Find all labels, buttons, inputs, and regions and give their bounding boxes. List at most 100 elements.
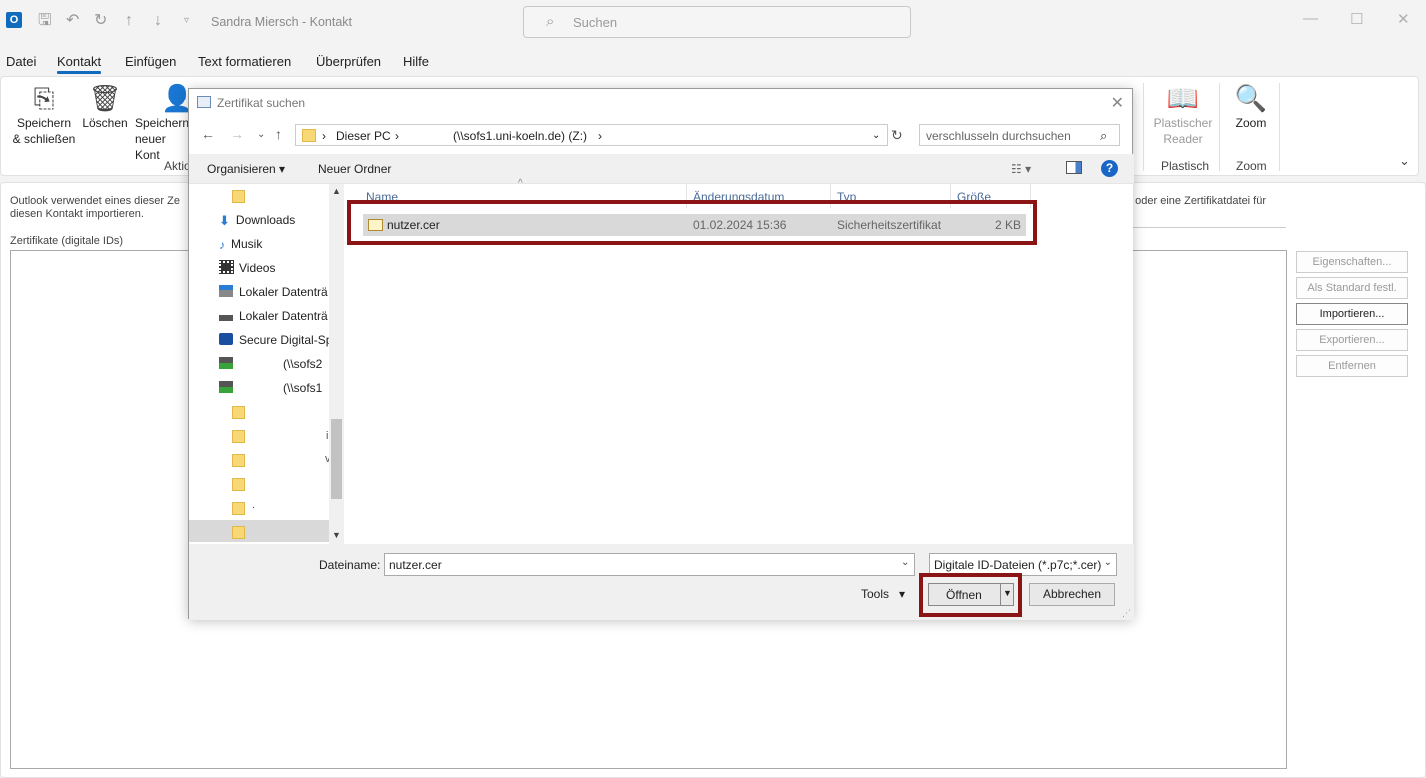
folder-icon[interactable] [232, 478, 245, 491]
group-label-zoom: Zoom [1236, 159, 1267, 173]
search-placeholder: Suchen [573, 15, 618, 30]
nav-scrollbar[interactable]: ▲ ▼ [329, 184, 344, 544]
filename-input[interactable] [384, 553, 915, 576]
file-size: 2 KB [994, 218, 1021, 232]
nav-item-local-drive-1[interactable]: Lokaler Datenträ [219, 282, 329, 304]
info-text: Outlook verwendet eines dieser Ze diesen… [10, 195, 180, 220]
chevron-down-icon: ▾ [279, 162, 286, 176]
up-icon[interactable]: ↑ [275, 126, 282, 142]
column-header-name[interactable]: Name [366, 190, 398, 204]
delete-button[interactable]: 🗑 Löschen [81, 83, 129, 131]
arrow-up-icon[interactable]: ↑ [125, 12, 133, 30]
column-separator [950, 184, 951, 208]
remove-button[interactable]: Entfernen [1296, 355, 1408, 377]
nav-item-musik[interactable]: ♪ Musik [219, 234, 329, 256]
breadcrumb-dieser-pc[interactable]: Dieser PC [336, 129, 391, 143]
scroll-up-icon[interactable]: ▲ [332, 186, 341, 196]
preview-pane-icon[interactable] [1066, 161, 1082, 174]
tab-datei[interactable]: Datei [6, 54, 36, 69]
navigation-pane: ⬇ Downloads ♪ Musik Videos Lokaler Datentr… [189, 184, 344, 544]
dialog-icon [197, 96, 211, 108]
tools-menu[interactable]: Tools ▾ [861, 587, 905, 601]
folder-icon[interactable] [232, 430, 245, 443]
network-drive-icon [219, 357, 233, 369]
resize-grip-icon[interactable]: ⋰ [1122, 608, 1131, 619]
column-header-size[interactable]: Größe [957, 190, 991, 204]
group-label-plastisch: Plastisch [1161, 159, 1210, 173]
immersive-reader-button[interactable]: 📖 Plastischer Reader [1151, 83, 1215, 147]
folder-icon[interactable] [232, 406, 245, 419]
file-date: 01.02.2024 15:36 [693, 218, 787, 232]
scrollbar-thumb[interactable] [331, 419, 342, 499]
folder-icon[interactable] [232, 454, 245, 467]
tab-hilfe[interactable]: Hilfe [403, 54, 429, 69]
cancel-button[interactable]: Abbrechen [1029, 583, 1115, 606]
open-dropdown-icon[interactable]: ▼ [1003, 588, 1012, 598]
dialog-close-icon[interactable]: ✕ [1111, 93, 1124, 113]
folder-name-fragment: . [252, 499, 256, 511]
dialog-footer: Dateiname: ⌄ Digitale ID-Dateien (*.p7c;… [189, 544, 1134, 620]
column-separator [686, 184, 687, 208]
open-button[interactable]: Öffnen ▼ [928, 583, 1014, 606]
properties-button[interactable]: Eigenschaften... [1296, 251, 1408, 273]
file-type-filter[interactable]: Digitale ID-Dateien (*.p7c;*.cer) ⌄ [929, 553, 1117, 576]
new-folder-button[interactable]: Neuer Ordner [318, 162, 391, 176]
organize-menu[interactable]: Organisieren ▾ [207, 162, 285, 176]
save-close-button[interactable]: ⎘ Speichern & schließen [11, 83, 77, 147]
nav-item-videos[interactable]: Videos [219, 258, 329, 280]
search-input[interactable]: ⌕ Suchen [523, 6, 911, 38]
column-header-date[interactable]: Änderungsdatum [693, 190, 784, 204]
tab-kontakt[interactable]: Kontakt [57, 54, 102, 74]
tab-ueberpruefen[interactable]: Überprüfen [316, 54, 381, 69]
nav-item-network-sofs1[interactable]: (\\sofs1 [219, 378, 329, 400]
folder-icon[interactable] [232, 526, 245, 539]
folder-icon[interactable] [232, 502, 245, 515]
import-button[interactable]: Importieren... [1296, 303, 1408, 325]
nav-item-network-sofs2[interactable]: (\\sofs2 [219, 354, 329, 376]
nav-item-local-drive-2[interactable]: Lokaler Datenträ [219, 306, 329, 328]
address-bar[interactable]: › Dieser PC › (\\sofs1.uni-koeln.de) (Z:… [295, 124, 888, 146]
breadcrumb-chevron-icon: › [322, 129, 326, 143]
address-dropdown-icon[interactable]: ⌄ [872, 130, 880, 141]
menu-bar: Datei Kontakt Einfügen Text formatieren … [0, 44, 1426, 74]
minimize-icon[interactable]: — [1303, 10, 1318, 27]
column-separator [1030, 184, 1031, 208]
forward-icon[interactable]: → [230, 126, 244, 142]
breadcrumb-drive[interactable]: (\\sofs1.uni-koeln.de) (Z:) [453, 129, 587, 143]
save-new-button[interactable]: 👤 Speichern neuer Kont [135, 83, 189, 163]
nav-item-downloads[interactable]: ⬇ Downloads [219, 210, 329, 232]
filename-dropdown-icon[interactable]: ⌄ [901, 557, 909, 568]
maximize-icon[interactable]: ☐ [1350, 10, 1363, 28]
zoom-button[interactable]: 🔍 Zoom [1227, 83, 1275, 131]
redo-icon[interactable]: ↻ [94, 12, 107, 30]
breadcrumb-chevron-icon: › [395, 129, 399, 143]
filename-label: Dateiname: [319, 558, 381, 572]
recent-locations-icon[interactable]: ⌄ [257, 129, 265, 140]
close-icon[interactable]: ✕ [1397, 10, 1410, 28]
tab-einfuegen[interactable]: Einfügen [125, 54, 176, 69]
arrow-down-icon[interactable]: ↓ [154, 12, 162, 30]
save-icon[interactable]: 🖫 [38, 12, 52, 30]
nav-item-sd-card[interactable]: Secure Digital-Sp [219, 330, 329, 352]
view-options-icon[interactable]: ☷ ▾ [1011, 162, 1031, 176]
collapse-ribbon-icon[interactable]: ⌄ [1399, 153, 1410, 169]
chevron-down-icon: ⌄ [1103, 557, 1112, 568]
undo-icon[interactable]: ↶ [66, 12, 79, 30]
set-default-button[interactable]: Als Standard festl. [1296, 277, 1408, 299]
back-icon[interactable]: ← [201, 126, 215, 142]
file-list: ^ Name Änderungsdatum Typ Größe nutzer.c… [345, 178, 1133, 544]
column-header-type[interactable]: Typ [837, 190, 856, 204]
book-icon: 📖 [1166, 83, 1200, 113]
tab-text-formatieren[interactable]: Text formatieren [198, 54, 291, 69]
certificate-file-icon [368, 219, 383, 231]
trash-icon: 🗑 [88, 83, 122, 113]
scroll-down-icon[interactable]: ▼ [332, 530, 341, 540]
file-row[interactable]: nutzer.cer 01.02.2024 15:36 Sicherheitsz… [363, 214, 1026, 236]
export-button[interactable]: Exportieren... [1296, 329, 1408, 351]
folder-icon[interactable] [232, 190, 245, 203]
help-icon[interactable]: ? [1101, 160, 1118, 177]
customize-toolbar-icon[interactable]: ▿ [184, 12, 189, 30]
refresh-icon[interactable]: ↻ [891, 127, 903, 144]
dialog-title: Zertifikat suchen [217, 96, 306, 110]
dialog-search-input[interactable]: verschlusseln durchsuchen ⌕ [919, 124, 1120, 146]
